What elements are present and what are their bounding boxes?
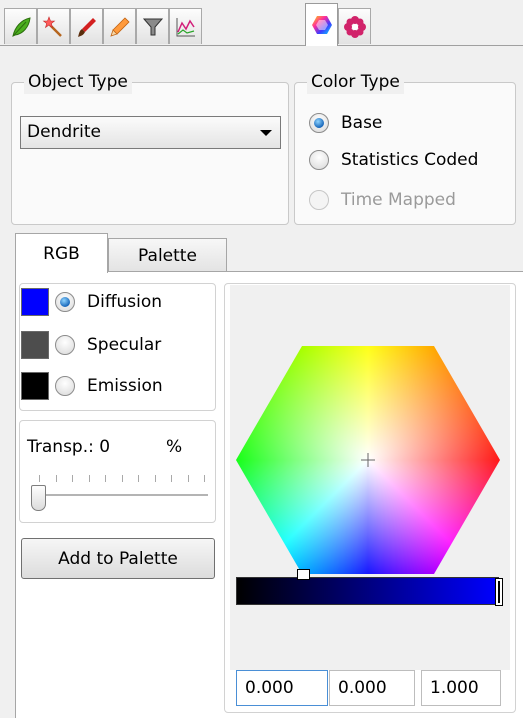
slider-tick (171, 475, 172, 482)
color-type-title: Color Type (307, 70, 404, 94)
material-option-emission[interactable]: Emission (21, 372, 163, 400)
red-value-input[interactable] (236, 670, 328, 706)
slider-tick (121, 475, 123, 482)
filter-icon (142, 18, 163, 35)
color-type-option-label: Statistics Coded (341, 150, 479, 170)
tab-statistics[interactable] (169, 8, 202, 44)
green-value-input[interactable] (329, 670, 415, 706)
statistics-chart-icon (176, 17, 195, 36)
brush-icon (77, 17, 96, 37)
leaf-icon (11, 16, 31, 37)
tab-magic-wand[interactable] (37, 8, 70, 44)
transparency-readout: Transp.: 0 (27, 437, 110, 457)
specular-color-swatch[interactable] (21, 331, 49, 359)
tab-pencil[interactable] (103, 8, 136, 44)
object-type-dropdown[interactable]: Dendrite (20, 116, 281, 149)
slider-tick (154, 475, 156, 482)
color-type-group: Color Type Base Statistics Coded Time Ma… (294, 70, 516, 225)
diffusion-color-swatch[interactable] (21, 288, 49, 316)
transparency-group (19, 420, 216, 523)
material-option-label: Diffusion (87, 292, 163, 312)
tab-settings[interactable] (338, 8, 371, 44)
transparency-slider-track[interactable] (33, 494, 208, 497)
color-type-option-label: Time Mapped (341, 190, 456, 210)
slider-tick (187, 475, 189, 482)
color-wheel-icon (311, 16, 332, 34)
add-to-palette-button[interactable]: Add to Palette (21, 538, 215, 579)
slider-tick (138, 475, 139, 482)
radio-button[interactable] (55, 292, 75, 312)
emission-color-swatch[interactable] (21, 372, 49, 400)
material-option-diffusion[interactable]: Diffusion (21, 288, 162, 316)
slider-tick (105, 475, 106, 482)
slider-tick (55, 475, 57, 482)
toolbar-divider (0, 45, 523, 46)
color-type-option-statistics-coded[interactable]: Statistics Coded (309, 150, 478, 170)
radio-button (309, 190, 329, 210)
color-type-option-label: Base (341, 113, 383, 133)
radio-button[interactable] (309, 113, 329, 133)
object-type-selected: Dendrite (27, 122, 101, 142)
hexagon-selection-marker[interactable] (297, 569, 310, 580)
radio-button[interactable] (309, 150, 329, 170)
brightness-strip[interactable] (236, 577, 499, 605)
object-type-group: Object Type Dendrite (11, 70, 289, 225)
transparency-value: 0 (99, 437, 111, 457)
transparency-slider-handle[interactable] (31, 485, 46, 511)
slider-tick (204, 475, 205, 482)
radio-button[interactable] (55, 376, 75, 396)
slider-tick (39, 475, 40, 482)
toolbar (0, 0, 523, 46)
slider-tick (88, 475, 90, 482)
tab-filter[interactable] (136, 8, 169, 44)
color-hexagon[interactable] (236, 346, 500, 574)
material-option-label: Specular (87, 335, 162, 355)
pencil-icon (109, 16, 130, 37)
slider-tick (72, 475, 73, 482)
tab-leaf[interactable] (4, 8, 37, 44)
transparency-unit: % (166, 437, 183, 457)
radio-button[interactable] (55, 335, 75, 355)
magic-wand-icon (42, 15, 62, 37)
color-type-option-time-mapped: Time Mapped (309, 190, 456, 210)
tab-rgb[interactable]: RGB (15, 233, 108, 273)
object-type-title: Object Type (24, 70, 132, 94)
blue-value-input[interactable] (421, 670, 501, 706)
transparency-label: Transp.: (27, 437, 94, 457)
tab-palette[interactable]: Palette (108, 238, 227, 272)
brightness-marker[interactable] (495, 578, 503, 606)
material-option-label: Emission (87, 376, 163, 396)
material-option-specular[interactable]: Specular (21, 331, 161, 359)
tab-brush[interactable] (70, 8, 103, 44)
tab-color[interactable] (305, 3, 338, 46)
color-type-option-base[interactable]: Base (309, 113, 382, 133)
chevron-down-icon (260, 130, 272, 136)
gear-flower-icon (343, 15, 366, 38)
